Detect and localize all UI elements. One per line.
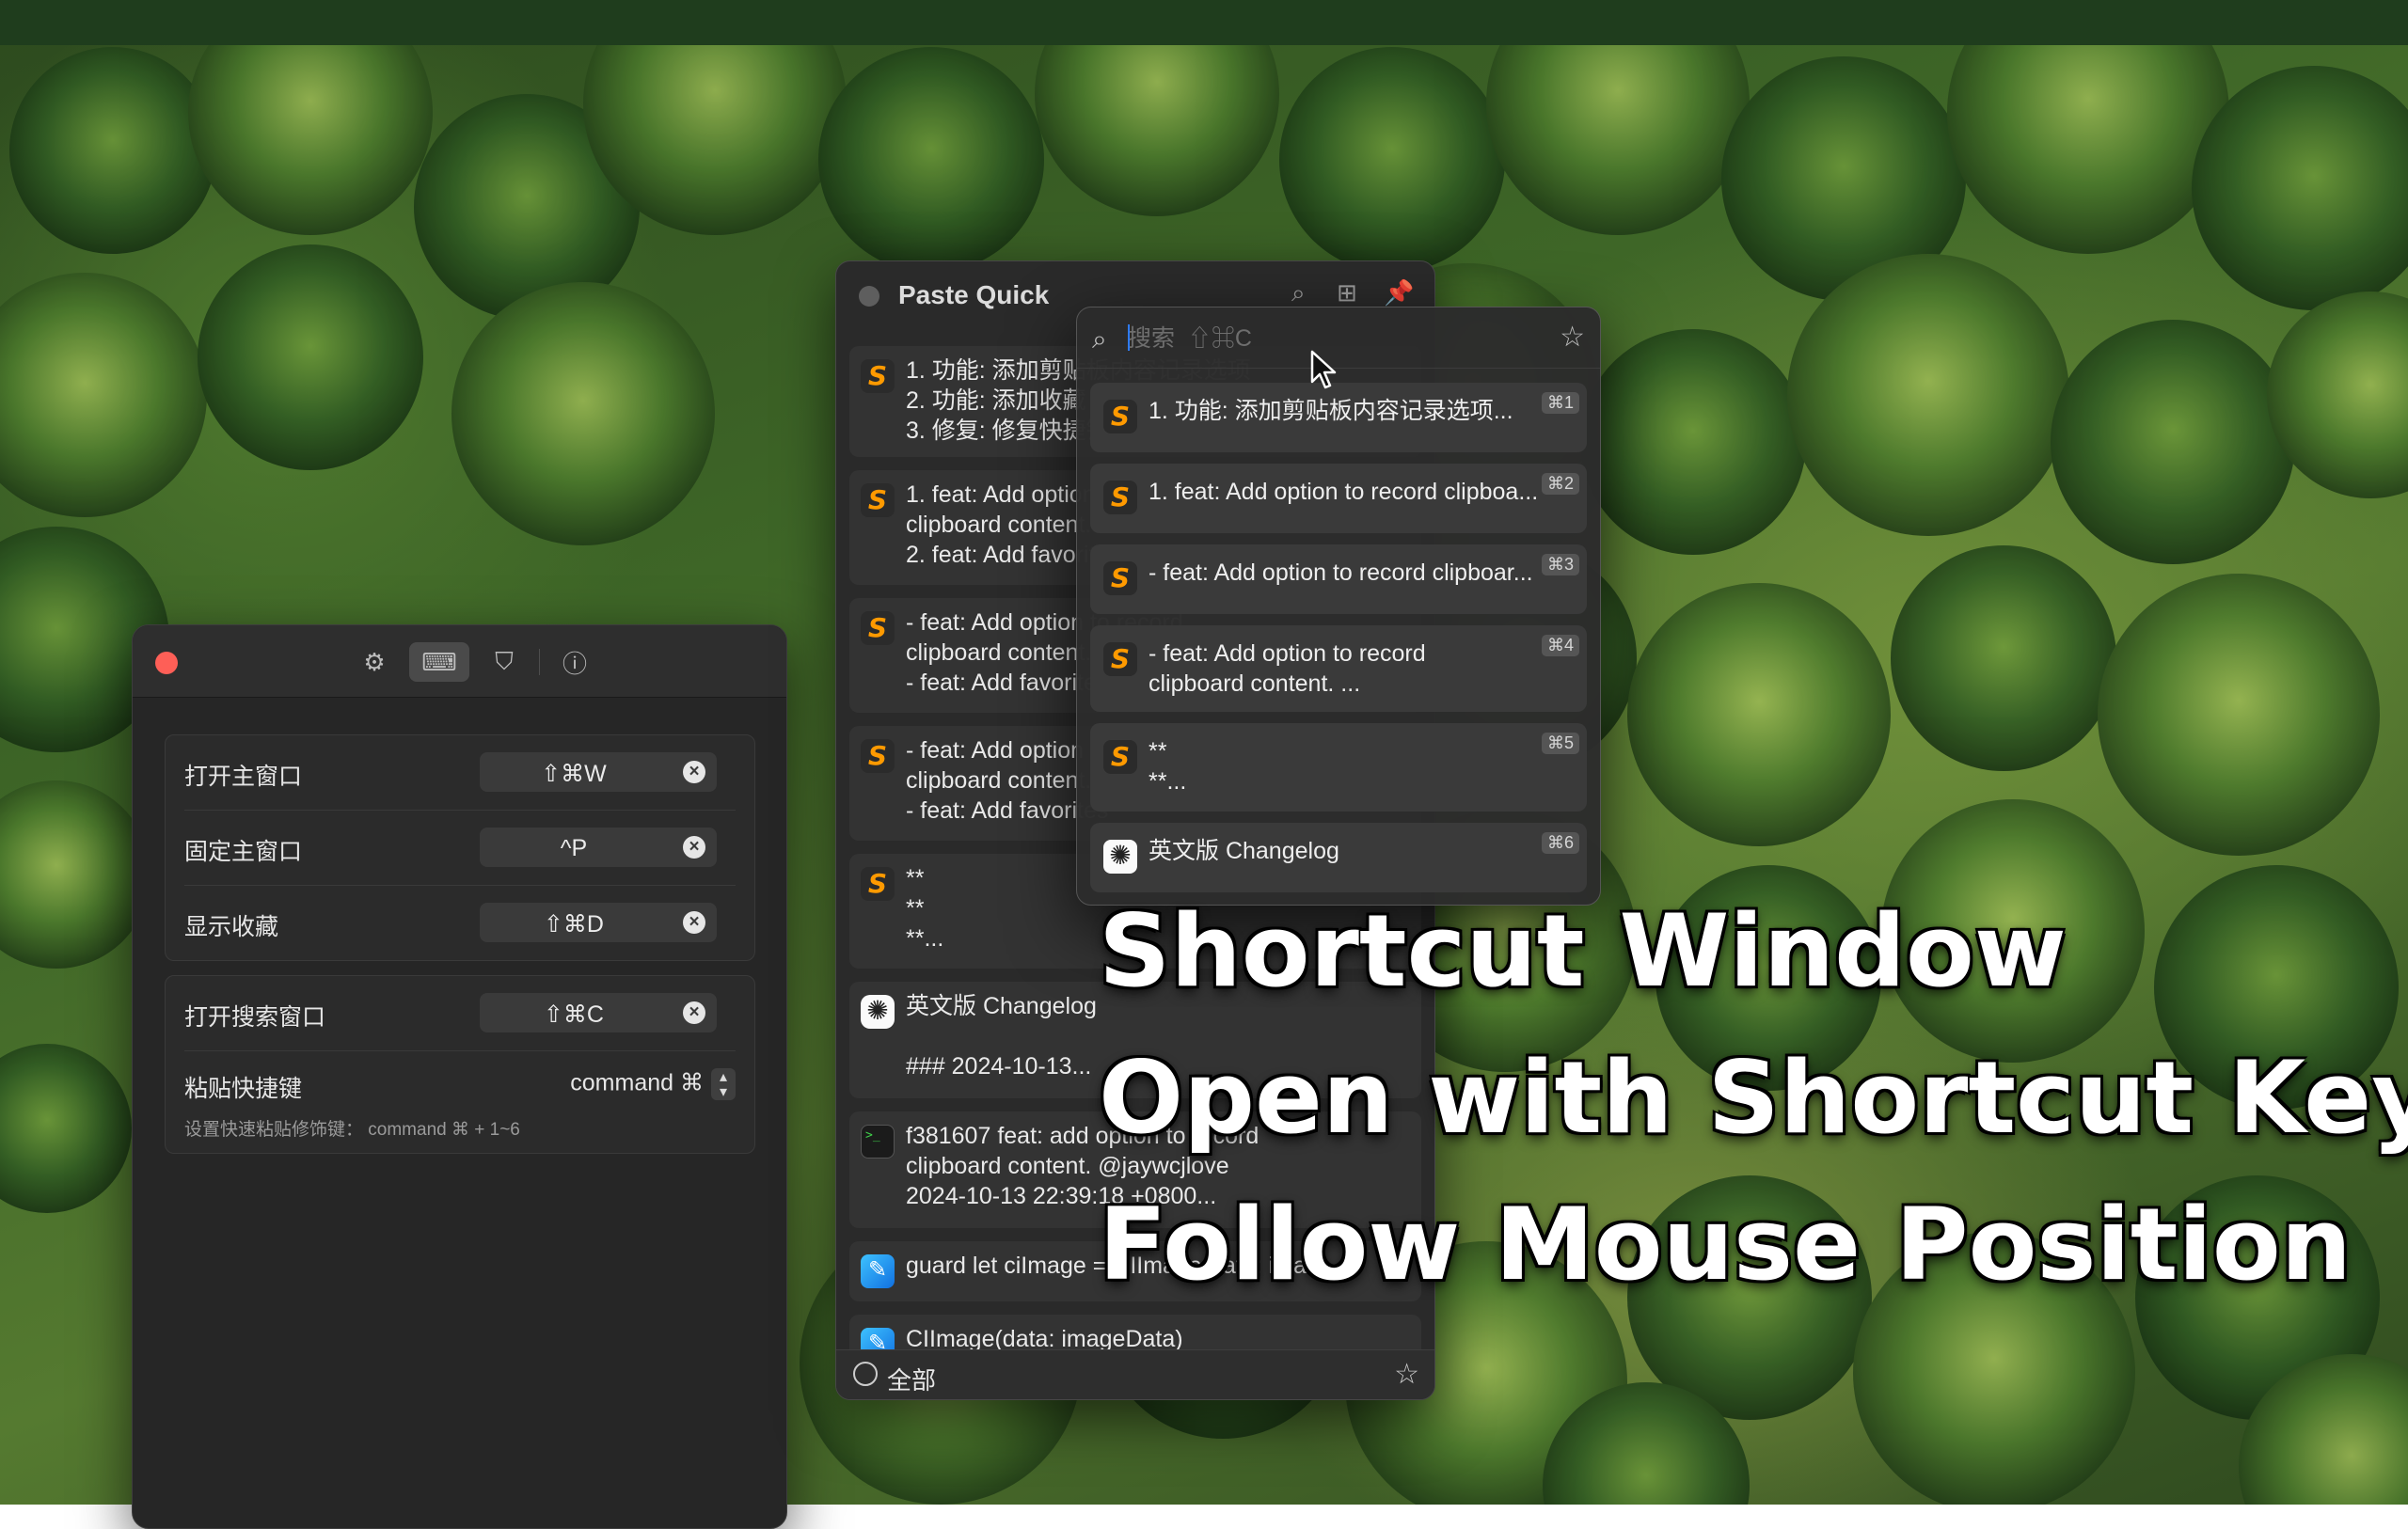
clear-shortcut-icon[interactable]: × — [683, 1001, 705, 1024]
filter-label[interactable]: 全部 — [887, 1362, 936, 1396]
settings-window: ⚙ ⌨ ⛉ ⓘ 打开主窗口 ⇧⌘W × 固定主窗口 ^P × 显示收藏 ⇧⌘D — [132, 624, 787, 1529]
shortcut-recorder[interactable]: ⇧⌘C × — [480, 993, 717, 1032]
sublime-icon — [1103, 740, 1137, 774]
sublime-icon — [861, 483, 895, 517]
chatgpt-icon — [861, 995, 895, 1029]
tab-divider — [539, 649, 540, 675]
main-window-footer: 全部 ☆ — [836, 1349, 1434, 1399]
popup-search-bar: ⌕ ☆ — [1077, 307, 1600, 369]
paste-modifier-hint: 设置快速粘贴修饰键： command ⌘ + 1~6 — [184, 1120, 520, 1140]
settings-tabbar: ⚙ ⌨ ⛉ ⓘ — [349, 642, 600, 682]
shortcut-row-open-search: 打开搜索窗口 ⇧⌘C × — [184, 976, 736, 1051]
sublime-icon — [861, 739, 895, 773]
sublime-icon — [861, 611, 895, 645]
grid-icon[interactable]: ⊞ — [1337, 278, 1357, 307]
shortcut-label: 打开搜索窗口 — [184, 1004, 326, 1031]
item-text: 英文版 Changelog — [1149, 838, 1339, 864]
text-caret — [1128, 324, 1130, 351]
sublime-icon — [1103, 642, 1137, 676]
clear-shortcut-icon[interactable]: × — [683, 911, 705, 934]
item-text: ** **... — [1149, 738, 1187, 795]
terminal-icon — [861, 1125, 895, 1159]
chevron-updown-icon[interactable]: ▴ ▾ — [711, 1068, 736, 1100]
shortcut-badge: ⌘3 — [1541, 554, 1579, 575]
paste-modifier-select[interactable]: command ⌘ ▴ ▾ — [570, 1068, 736, 1100]
sublime-icon — [1103, 400, 1137, 433]
window-dot[interactable] — [859, 286, 879, 307]
shortcut-badge: ⌘5 — [1541, 733, 1579, 754]
search-icon: ⌕ — [1092, 324, 1107, 354]
shortcut-label: 打开主窗口 — [184, 764, 303, 790]
keyboard-icon[interactable]: ⌨ — [409, 642, 469, 682]
item-text: 1. feat: Add option to record clipboa... — [1149, 479, 1539, 505]
shortcut-row-open-main: 打开主窗口 ⇧⌘W × — [184, 735, 736, 811]
sublime-icon — [861, 867, 895, 901]
shortcut-badge: ⌘4 — [1541, 635, 1579, 656]
shortcut-group-main: 打开主窗口 ⇧⌘W × 固定主窗口 ^P × 显示收藏 ⇧⌘D × — [165, 734, 755, 961]
star-icon[interactable]: ☆ — [1560, 321, 1585, 354]
shortcut-group-search: 打开搜索窗口 ⇧⌘C × 粘贴快捷键 command ⌘ ▴ ▾ 设置快速粘贴修饰键… — [165, 975, 755, 1154]
pin-icon[interactable]: 📌 — [1384, 278, 1414, 307]
shortcut-keys: ⇧⌘W — [541, 761, 607, 787]
shortcut-badge: ⌘2 — [1541, 473, 1579, 495]
sublime-icon — [1103, 561, 1137, 595]
clear-shortcut-icon[interactable]: × — [683, 761, 705, 783]
settings-titlebar: ⚙ ⌨ ⛉ ⓘ — [133, 625, 786, 698]
shortcut-recorder[interactable]: ⇧⌘D × — [480, 903, 717, 942]
filter-icon[interactable] — [853, 1362, 878, 1386]
shield-icon[interactable]: ⛉ — [479, 642, 530, 682]
shortcut-recorder[interactable]: ^P × — [480, 828, 717, 867]
close-button[interactable] — [155, 652, 178, 674]
shortcut-keys: ^P — [560, 835, 588, 861]
paste-modifier-row: 粘贴快捷键 command ⌘ ▴ ▾ 设置快速粘贴修饰键： command ⌘ +… — [184, 1051, 736, 1153]
shortcut-keys: ⇧⌘D — [543, 911, 604, 938]
list-item[interactable]: 英文版 Changelog ⌘6 — [1090, 823, 1587, 892]
caption-line: Open with Shortcut Key — [1099, 1040, 2408, 1156]
caption-line: Shortcut Window — [1099, 893, 2067, 1009]
list-item[interactable]: ** **... ⌘5 — [1090, 723, 1587, 812]
clear-shortcut-icon[interactable]: × — [683, 836, 705, 859]
paste-modifier-label: 粘贴快捷键 — [184, 1076, 303, 1102]
shortcut-badge: ⌘6 — [1541, 832, 1579, 854]
shortcut-label: 固定主窗口 — [184, 839, 303, 865]
shortcut-row-pin-main: 固定主窗口 ^P × — [184, 811, 736, 886]
list-item[interactable]: 1. 功能: 添加剪贴板内容记录选项... ⌘1 — [1090, 383, 1587, 452]
chatgpt-icon — [1103, 840, 1137, 874]
item-text: - feat: Add option to record clipboar... — [1149, 560, 1533, 586]
list-item[interactable]: 1. feat: Add option to record clipboa...… — [1090, 464, 1587, 533]
shortcut-popup-window: ⌕ ☆ 1. 功能: 添加剪贴板内容记录选项... ⌘1 1. feat: Ad… — [1076, 307, 1601, 906]
shortcut-keys: ⇧⌘C — [543, 1001, 604, 1028]
search-icon[interactable]: ⌕ — [1291, 278, 1306, 308]
star-icon[interactable]: ☆ — [1394, 1358, 1419, 1391]
shortcut-recorder[interactable]: ⇧⌘W × — [480, 752, 717, 792]
shortcut-row-show-favorites: 显示收藏 ⇧⌘D × — [184, 886, 736, 960]
paste-modifier-value: command ⌘ — [570, 1069, 704, 1096]
list-item[interactable]: - feat: Add option to record clipboar...… — [1090, 544, 1587, 614]
shortcut-badge: ⌘1 — [1541, 392, 1579, 414]
item-text: 1. 功能: 添加剪贴板内容记录选项... — [1149, 398, 1513, 424]
item-text: - feat: Add option to record clipboard c… — [1149, 640, 1426, 697]
popup-list: 1. 功能: 添加剪贴板内容记录选项... ⌘1 1. feat: Add op… — [1090, 383, 1587, 904]
sublime-icon — [1103, 481, 1137, 514]
menu-bar — [0, 0, 2408, 45]
sublime-icon — [861, 359, 895, 393]
window-title: Paste Quick — [898, 280, 1050, 309]
gear-icon[interactable]: ⚙ — [349, 642, 400, 682]
list-item[interactable]: - feat: Add option to record clipboard c… — [1090, 625, 1587, 712]
caption-line: Follow Mouse Position — [1099, 1187, 2353, 1302]
info-icon[interactable]: ⓘ — [549, 642, 600, 682]
xcode-icon — [861, 1254, 895, 1288]
shortcut-label: 显示收藏 — [184, 914, 279, 940]
